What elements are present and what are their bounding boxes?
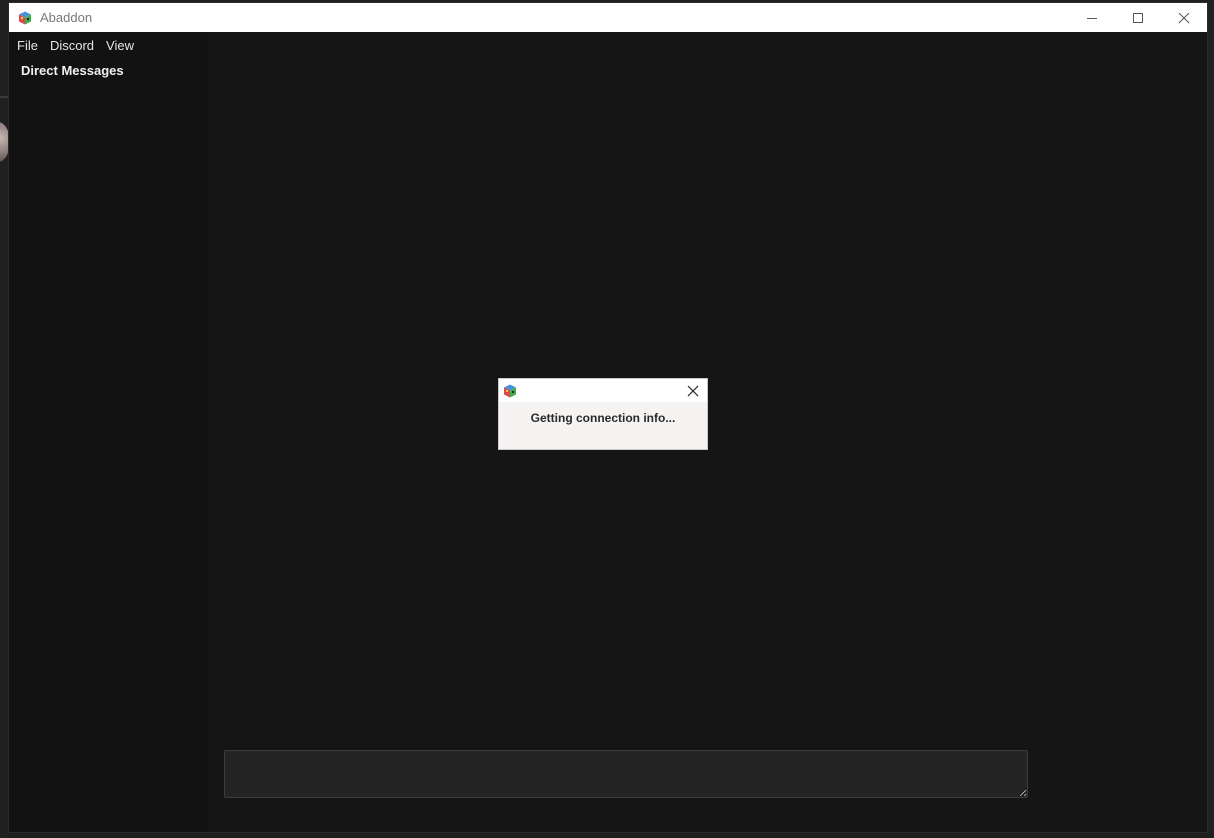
channel-sidebar: Direct Messages	[9, 59, 208, 832]
window-controls	[1069, 3, 1207, 32]
dialog-close-button[interactable]	[685, 383, 701, 399]
dialog-message: Getting connection info...	[530, 411, 676, 425]
maximize-icon	[1133, 12, 1143, 23]
menu-file[interactable]: File	[9, 33, 44, 59]
cube-logo-icon	[504, 384, 516, 398]
close-icon	[1178, 12, 1190, 23]
minimize-button[interactable]	[1069, 3, 1115, 32]
cube-logo-icon	[19, 11, 31, 24]
connection-dialog: Getting connection info...	[498, 378, 708, 450]
direct-messages-header[interactable]: Direct Messages	[21, 63, 124, 78]
dialog-title-bar[interactable]	[499, 379, 707, 402]
window-title: Abaddon	[40, 10, 93, 25]
menu-bar: File Discord View	[9, 33, 140, 59]
menu-discord[interactable]: Discord	[44, 33, 100, 59]
message-input[interactable]	[224, 750, 1028, 798]
close-icon	[687, 385, 699, 397]
minimize-icon	[1087, 17, 1097, 19]
maximize-button[interactable]	[1115, 3, 1161, 32]
menu-view[interactable]: View	[100, 33, 140, 59]
title-bar[interactable]: Abaddon	[9, 3, 1207, 32]
close-button[interactable]	[1161, 3, 1207, 32]
desktop-divider	[0, 96, 8, 98]
